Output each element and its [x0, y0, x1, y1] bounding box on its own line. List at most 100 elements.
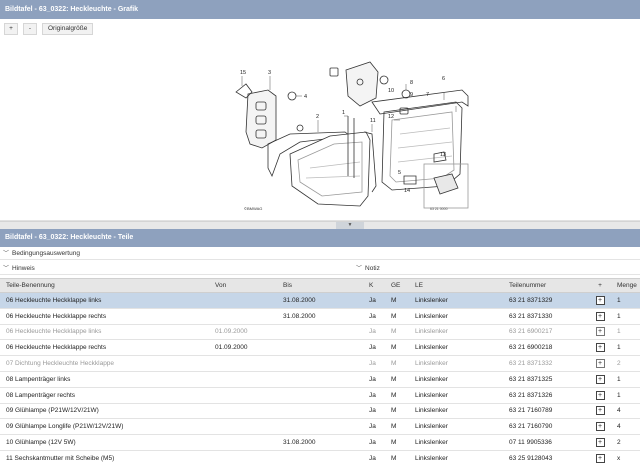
notiz-label: Notiz	[365, 265, 380, 272]
cell-von	[209, 387, 277, 404]
cell-von: 01.09.2000	[209, 339, 277, 357]
callout-1[interactable]: 1	[342, 110, 345, 116]
cell-menge: x	[611, 450, 640, 463]
cell-add: +	[589, 450, 611, 463]
cell-ge: M	[385, 403, 409, 420]
cell-k: Ja	[363, 371, 385, 388]
cell-menge: 1	[611, 324, 640, 341]
parts-diagram[interactable]: 15 3 4 2 1 11 12 8 9 10 6 7 5 13 14 ©BMW…	[0, 36, 640, 220]
bedingung-label: Bedingungsauswertung	[12, 250, 80, 257]
graphic-panel-title: Bildtafel - 63_0322: Heckleuchte - Grafi…	[0, 0, 640, 19]
zoom-in-button[interactable]: +	[4, 23, 18, 35]
table-row[interactable]: 07 Dichtung Heckleuchte Heckklappe Ja M Lin…	[0, 355, 640, 372]
callout-9[interactable]: 9	[410, 92, 413, 98]
cell-bis	[277, 403, 363, 420]
callout-11[interactable]: 11	[370, 118, 376, 124]
cell-bis	[277, 418, 363, 436]
callout-10[interactable]: 10	[388, 88, 394, 94]
cell-menge: 4	[611, 403, 640, 420]
table-row[interactable]: 06 Heckleuchte Heckklappe rechts 01.09.20…	[0, 339, 640, 357]
parts-table-body: 06 Heckleuchte Heckklappe links 31.08.200…	[0, 292, 640, 463]
add-to-cart-icon[interactable]: +	[595, 406, 605, 416]
cell-le: Linkslenker	[409, 450, 503, 463]
table-row[interactable]: 11 Sechskantmutter mit Scheibe (M5) Ja M Li…	[0, 450, 640, 463]
diagram-copyright: ©BMWAG	[244, 206, 262, 211]
col-header-k[interactable]: K	[363, 278, 385, 293]
add-to-cart-icon[interactable]: +	[595, 327, 605, 337]
cell-bis: 31.08.2000	[277, 292, 363, 309]
cell-teilenummer: 63 21 7160789	[503, 403, 589, 420]
callout-3[interactable]: 3	[268, 70, 271, 76]
cell-add: +	[589, 292, 611, 309]
col-header-ge[interactable]: GE	[385, 278, 409, 293]
add-to-cart-icon[interactable]: +	[595, 343, 605, 353]
cell-add: +	[589, 403, 611, 420]
callout-12[interactable]: 12	[388, 114, 394, 120]
cell-le: Linkslenker	[409, 324, 503, 341]
table-row[interactable]: 09 Glühlampe Longlife (P21W/12V/21W) Ja M L…	[0, 418, 640, 436]
cell-benennung: 07 Dichtung Heckleuchte Heckklappe	[0, 355, 209, 372]
cell-le: Linkslenker	[409, 403, 503, 420]
cell-le: Linkslenker	[409, 434, 503, 451]
callout-8[interactable]: 8	[410, 80, 413, 86]
cell-add: +	[589, 371, 611, 388]
cell-bis	[277, 339, 363, 357]
table-row[interactable]: 09 Glühlampe (P21W/12V/21W) Ja M Linkslenke…	[0, 403, 640, 420]
table-row[interactable]: 06 Heckleuchte Heckklappe rechts 31.08.20…	[0, 308, 640, 325]
cell-teilenummer: 63 21 6900217	[503, 324, 589, 341]
callout-6[interactable]: 6	[442, 76, 445, 82]
table-row[interactable]: 08 Lampenträger links Ja M Linkslenker 63 21…	[0, 371, 640, 388]
table-row[interactable]: 06 Heckleuchte Heckklappe links 01.09.200…	[0, 324, 640, 341]
callout-15[interactable]: 15	[240, 70, 246, 76]
col-header-bis[interactable]: Bis	[277, 278, 363, 293]
cell-teilenummer: 07 11 9905336	[503, 434, 589, 451]
table-row[interactable]: 10 Glühlampe (12V 5W) 31.08.2000 Ja M Linksl…	[0, 434, 640, 451]
cell-k: Ja	[363, 324, 385, 341]
hinweis-toggle[interactable]: ﹀ Hinweis	[3, 263, 35, 275]
cell-menge: 4	[611, 418, 640, 436]
col-header-add: +	[589, 278, 611, 293]
add-to-cart-icon[interactable]: +	[595, 422, 605, 432]
cell-k: Ja	[363, 339, 385, 357]
original-size-button[interactable]: Originalgröße	[42, 23, 94, 35]
callout-5[interactable]: 5	[398, 170, 401, 176]
col-header-le[interactable]: LE	[409, 278, 503, 293]
add-to-cart-icon[interactable]: +	[595, 311, 605, 321]
panel-splitter[interactable]: ▼	[0, 221, 640, 229]
add-to-cart-icon[interactable]: +	[595, 359, 605, 369]
cell-menge: 1	[611, 371, 640, 388]
cell-k: Ja	[363, 450, 385, 463]
cell-benennung: 06 Heckleuchte Heckklappe links	[0, 292, 209, 309]
callout-14[interactable]: 14	[404, 188, 410, 194]
callout-2[interactable]: 2	[316, 114, 319, 120]
col-header-teilenummer[interactable]: Teilenummer	[503, 278, 589, 293]
cell-von	[209, 308, 277, 325]
cell-ge: M	[385, 387, 409, 404]
table-row[interactable]: 08 Lampenträger rechts Ja M Linkslenker 63 2…	[0, 387, 640, 404]
hinweis-label: Hinweis	[12, 265, 35, 272]
cell-von	[209, 371, 277, 388]
cell-k: Ja	[363, 403, 385, 420]
add-to-cart-icon[interactable]: +	[595, 453, 605, 463]
col-header-menge[interactable]: Menge	[611, 278, 640, 293]
cell-ge: M	[385, 450, 409, 463]
cell-k: Ja	[363, 434, 385, 451]
callout-7[interactable]: 7	[426, 92, 429, 98]
callout-13[interactable]: 13	[440, 152, 446, 158]
notiz-toggle[interactable]: ﹀ Notiz	[356, 263, 380, 275]
bedingung-toggle[interactable]: ﹀ Bedingungsauswertung	[0, 248, 640, 260]
callout-4[interactable]: 4	[304, 94, 307, 100]
cell-le: Linkslenker	[409, 355, 503, 372]
table-row[interactable]: 06 Heckleuchte Heckklappe links 31.08.200…	[0, 292, 640, 309]
add-to-cart-icon[interactable]: +	[595, 438, 605, 448]
col-header-benennung[interactable]: Teile-Benennung	[0, 278, 209, 293]
cell-teilenummer: 63 21 8371325	[503, 371, 589, 388]
cell-ge: M	[385, 324, 409, 341]
zoom-out-button[interactable]: -	[23, 23, 37, 35]
add-to-cart-icon[interactable]: +	[595, 374, 605, 384]
add-to-cart-icon[interactable]: +	[595, 390, 605, 400]
splitter-toggle-icon[interactable]: ▼	[336, 222, 364, 229]
cell-teilenummer: 63 21 7160790	[503, 418, 589, 436]
col-header-von[interactable]: Von	[209, 278, 277, 293]
add-to-cart-icon[interactable]: +	[595, 295, 605, 305]
